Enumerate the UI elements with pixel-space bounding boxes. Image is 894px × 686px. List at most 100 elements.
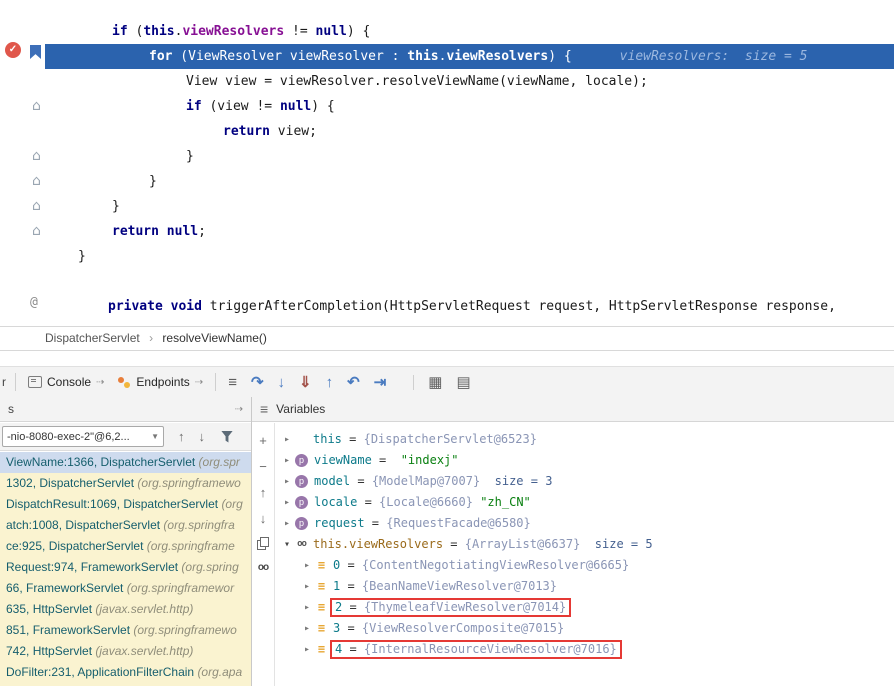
copy-icon[interactable]	[257, 537, 269, 550]
code-line: }	[45, 169, 894, 194]
tab-endpoints[interactable]: Endpoints ⇢	[111, 367, 210, 397]
clipped-tab-text: r	[2, 375, 6, 389]
code-token	[163, 299, 171, 314]
variable-name: locale	[314, 495, 357, 509]
tab-console[interactable]: Console ⇢	[21, 367, 111, 397]
menu-icon[interactable]: ≡	[228, 375, 237, 390]
editor[interactable]: ✓ ⌂⌂⌂⌂⌂ @ if (this.viewResolvers != null…	[0, 0, 894, 326]
breadcrumb-item-method[interactable]: resolveViewName()	[162, 331, 266, 345]
variable-row[interactable]: ▸this = {DispatcherServlet@6523}	[276, 429, 894, 450]
frame-text: 635, HttpServlet	[6, 602, 95, 616]
add-watch-icon[interactable]: +	[259, 433, 267, 449]
chevron-right-icon[interactable]: ▸	[280, 450, 294, 471]
equals-sign: =	[350, 474, 372, 488]
chevron-right-icon[interactable]: ▸	[300, 576, 314, 597]
frame-row[interactable]: 1302, DispatcherServlet (org.springframe…	[0, 473, 251, 494]
chevron-right-icon[interactable]: ▸	[300, 597, 314, 618]
frame-row[interactable]: 635, HttpServlet (javax.servlet.http)	[0, 599, 251, 620]
remove-watch-icon[interactable]: −	[259, 459, 267, 475]
code-token: (view !=	[202, 99, 280, 114]
variable-row[interactable]: ▸≡4 = {InternalResourceViewResolver@7016…	[276, 639, 894, 660]
inline-debug-hint: viewResolvers: size = 5	[620, 49, 808, 64]
variable-text: locale = {Locale@6660} "zh_CN"	[314, 495, 531, 509]
parameter-icon: p	[295, 454, 308, 467]
move-up-icon[interactable]: ↑	[260, 485, 267, 501]
equals-sign: =	[340, 621, 362, 635]
step-out-icon[interactable]: ↑	[326, 375, 334, 390]
layout-settings-icon[interactable]: ▤	[456, 375, 470, 390]
ide-debug-window: ✓ ⌂⌂⌂⌂⌂ @ if (this.viewResolvers != null…	[0, 0, 894, 686]
breadcrumb-item-class[interactable]: DispatcherServlet	[45, 331, 140, 345]
run-to-cursor-icon[interactable]: ⇥	[374, 375, 387, 390]
force-step-into-icon[interactable]: ⇓	[299, 375, 312, 390]
binoculars-icon[interactable]: oo	[258, 560, 268, 576]
code-token: null	[316, 24, 347, 39]
bookmark-icon[interactable]: ⌂	[29, 223, 44, 239]
code-area[interactable]: if (this.viewResolvers != null) {for (Vi…	[45, 19, 894, 319]
frame-text: 851, FrameworkServlet	[6, 623, 133, 637]
filter-icon[interactable]	[221, 431, 233, 443]
chevron-right-icon[interactable]: ▸	[280, 429, 294, 450]
variable-text: request = {RequestFacade@6580}	[314, 516, 531, 530]
frame-row[interactable]: 851, FrameworkServlet (org.springframewo	[0, 620, 251, 641]
step-over-icon[interactable]: ↷	[251, 375, 264, 390]
code-token: ) {	[548, 49, 571, 64]
variable-row[interactable]: ▸≡3 = {ViewResolverComposite@7015}	[276, 618, 894, 639]
variable-row[interactable]: ▸≡0 = {ContentNegotiatingViewResolver@66…	[276, 555, 894, 576]
frame-row[interactable]: atch:1008, DispatcherServlet (org.spring…	[0, 515, 251, 536]
variable-row[interactable]: ▸plocale = {Locale@6660} "zh_CN"	[276, 492, 894, 513]
chevron-right-icon[interactable]: ▸	[280, 492, 294, 513]
variables-panel-header: ≡ Variables	[252, 397, 894, 422]
annotation-gutter-icon[interactable]: @	[30, 295, 38, 310]
variable-row[interactable]: ▸pmodel = {ModelMap@7007} size = 3	[276, 471, 894, 492]
chevron-right-icon[interactable]: ▸	[300, 555, 314, 576]
chevron-right-icon[interactable]: ▸	[300, 639, 314, 660]
frame-row[interactable]: ViewName:1366, DispatcherServlet (org.sp…	[0, 452, 251, 473]
bookmark-icon[interactable]: ⌂	[29, 148, 44, 164]
equals-sign: =	[342, 642, 364, 656]
code-token: null	[280, 99, 311, 114]
array-item-icon: ≡	[314, 576, 329, 597]
chevron-right-icon[interactable]: ▸	[280, 513, 294, 534]
frame-row[interactable]: DoFilter:231, ApplicationFilterChain (or…	[0, 662, 251, 683]
frame-row[interactable]: 66, FrameworkServlet (org.springframewor	[0, 578, 251, 599]
step-into-icon[interactable]: ↓	[278, 375, 286, 390]
variable-value: {DispatcherServlet@6523}	[364, 432, 537, 446]
variable-name: this	[313, 432, 342, 446]
chevron-right-icon[interactable]: ▸	[280, 471, 294, 492]
drop-frame-icon[interactable]: ↶	[347, 375, 360, 390]
bookmark-icon[interactable]: ⌂	[29, 98, 44, 114]
frame-row[interactable]: 742, HttpServlet (javax.servlet.http)	[0, 641, 251, 662]
chevron-down-icon[interactable]: ▾	[280, 534, 294, 555]
previous-frame-icon[interactable]: ↑	[178, 429, 185, 444]
frame-text: Request:974, FrameworkServlet	[6, 560, 181, 574]
move-down-icon[interactable]: ↓	[260, 511, 267, 527]
toolbar-separator	[15, 373, 16, 391]
code-line: return null;	[45, 219, 894, 244]
chevron-right-icon[interactable]: ▸	[300, 618, 314, 639]
frame-row[interactable]: Request:974, FrameworkServlet (org.sprin…	[0, 557, 251, 578]
bookmark-icon[interactable]: ⌂	[29, 173, 44, 189]
variable-row[interactable]: ▸≡2 = {ThymeleafViewResolver@7014}	[276, 597, 894, 618]
code-line: View view = viewResolver.resolveViewName…	[45, 69, 894, 94]
console-icon	[28, 376, 42, 388]
tab-console-label: Console	[47, 375, 91, 389]
bookmark-icon[interactable]: ⌂	[29, 198, 44, 214]
code-line: }	[45, 194, 894, 219]
view-as-table-icon[interactable]: ▦	[413, 375, 442, 390]
variable-row[interactable]: ▾oothis.viewResolvers = {ArrayList@6637}…	[276, 534, 894, 555]
frame-package-text: (org.springframewo	[133, 623, 236, 637]
variables-panel-title: Variables	[276, 402, 325, 416]
next-frame-icon[interactable]: ↓	[199, 429, 206, 444]
debug-toolbar: r Console ⇢ Endpoints ⇢ ≡ ↷ ↓ ⇓ ↑ ↶ ⇥ ▦ ▤	[0, 366, 894, 398]
frame-row[interactable]: ce:925, DispatcherServlet (org.springfra…	[0, 536, 251, 557]
code-line: if (this.viewResolvers != null) {	[45, 19, 894, 44]
variables-panel: +−↑↓oo ▸this = {DispatcherServlet@6523}▸…	[252, 423, 894, 686]
variable-row[interactable]: ▸pviewName = "indexj"	[276, 450, 894, 471]
menu-icon[interactable]: ≡	[260, 401, 268, 417]
thread-selector[interactable]: -nio-8080-exec-2"@6,2... ▼	[2, 426, 164, 447]
variable-row[interactable]: ▸prequest = {RequestFacade@6580}	[276, 513, 894, 534]
variables-tree: ▸ this = {DispatcherServlet@6523} ▸pviewNa…	[276, 429, 894, 686]
frame-row[interactable]: DispatchResult:1069, DispatcherServlet (…	[0, 494, 251, 515]
variable-row[interactable]: ▸≡1 = {BeanNameViewResolver@7013}	[276, 576, 894, 597]
